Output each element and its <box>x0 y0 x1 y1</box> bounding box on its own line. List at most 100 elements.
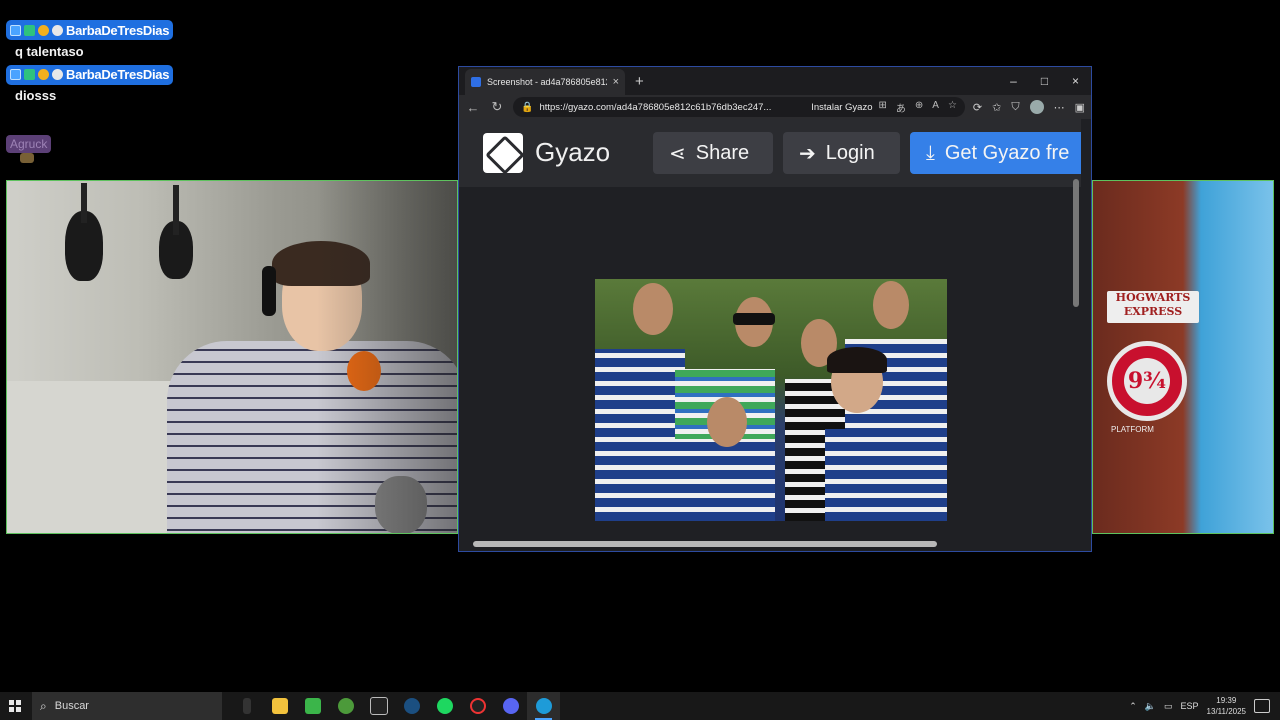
taskbar-app-clock[interactable] <box>461 692 494 720</box>
login-button[interactable]: ➔ Login <box>783 132 900 174</box>
url-text[interactable]: https://gyazo.com/ad4a786805e812c61b76db… <box>539 102 805 113</box>
person-shirt <box>825 429 935 521</box>
desk <box>7 381 187 533</box>
broadcaster-badge-icon <box>10 24 21 36</box>
verified-badge-icon <box>24 24 35 36</box>
refresh-icon[interactable]: ↻ <box>489 99 505 115</box>
browser-titlebar: Screenshot - ad4a786805e812c6 × + – □ × <box>459 67 1091 95</box>
chat-text: q talentaso <box>15 43 84 59</box>
browser-window: Screenshot - ad4a786805e812c6 × + – □ × … <box>458 66 1092 552</box>
browser-tab[interactable]: Screenshot - ad4a786805e812c6 × <box>465 69 625 95</box>
taskbar-app-edge[interactable] <box>527 692 560 720</box>
notification-icon[interactable] <box>1254 699 1270 713</box>
browser-navbar: ← ↻ 🔒 https://gyazo.com/ad4a786805e812c6… <box>459 95 1091 119</box>
person-face <box>707 397 747 447</box>
more-menu-icon[interactable]: ⋯ <box>1054 101 1065 114</box>
taskbar-app-spotify[interactable] <box>428 692 461 720</box>
sub-badge-icon <box>38 69 49 80</box>
extensions-icon[interactable]: ⟳ <box>973 101 982 114</box>
clock-date: 13/11/2025 <box>1206 707 1246 716</box>
login-label: Login <box>825 141 875 164</box>
person-hair <box>827 347 887 373</box>
guitar-neck <box>81 183 87 223</box>
tab-title: Screenshot - ad4a786805e812c6 <box>487 77 607 87</box>
taskbar-search[interactable]: ⌕ Buscar <box>32 692 222 720</box>
taskbar-app-discord[interactable] <box>494 692 527 720</box>
taskbar-app-epic[interactable] <box>362 692 395 720</box>
back-icon[interactable]: ← <box>465 100 481 115</box>
emote-badge-icon <box>52 24 63 36</box>
clock[interactable]: 19:39 13/11/2025 <box>1207 695 1246 717</box>
chat-username: BarbaDeTresDias <box>66 22 170 38</box>
sign-line-2: EXPRESS <box>1123 305 1183 318</box>
window-controls: – □ × <box>998 67 1091 95</box>
chat-username: BarbaDeTresDias <box>66 67 170 82</box>
favorites-icon[interactable]: ✩ <box>992 101 1001 114</box>
emote-icon <box>20 153 34 163</box>
shield-icon[interactable]: ⛉ <box>1011 101 1019 114</box>
sidebar-icon[interactable]: ▣ <box>1075 101 1085 114</box>
taskbar-app-steam[interactable] <box>395 692 428 720</box>
chevron-up-icon[interactable]: ⌃ <box>1129 701 1137 712</box>
chat-username-badge: BarbaDeTresDias <box>6 20 174 40</box>
gyazo-brand[interactable]: Gyazo <box>535 137 610 168</box>
taskbar-app-file-explorer[interactable] <box>263 692 296 720</box>
person-face <box>873 281 909 329</box>
tab-close-icon[interactable]: × <box>613 76 619 88</box>
download-icon: ⤓ <box>926 141 935 164</box>
chat-overlay: BarbaDeTresDias q talentaso BarbaDeTresD… <box>6 20 206 163</box>
login-icon: ➔ <box>799 142 816 165</box>
chat-text: diosss <box>15 88 57 103</box>
sub-badge-icon <box>38 24 49 36</box>
person-face <box>633 283 673 335</box>
browser-toolbar-icons: ⟳ ✩ ⛉ ⋯ ▣ <box>973 100 1085 114</box>
headset-icon <box>262 266 276 316</box>
epic-games-icon <box>369 697 388 715</box>
chat-message: BarbaDeTresDias q talentaso <box>6 20 206 59</box>
secondary-feed: HOGWARTS EXPRESS 9¾ PLATFORM <box>1092 180 1274 534</box>
app-install-icon[interactable]: ⊞ <box>878 100 886 115</box>
lock-icon[interactable]: 🔒 <box>521 102 533 113</box>
volume-icon[interactable]: 🔈 <box>1145 701 1156 712</box>
taskbar-app-xbox[interactable] <box>329 692 362 720</box>
translate-icon[interactable]: あ <box>896 100 906 115</box>
shadow <box>317 181 457 533</box>
xbox-icon <box>337 698 354 714</box>
clock-app-icon <box>469 698 486 714</box>
gyazo-logo-icon[interactable] <box>483 133 523 173</box>
get-gyazo-label: Get Gyazo fre <box>944 141 1070 164</box>
app-green-icon <box>304 698 321 714</box>
gyazo-favicon-icon <box>471 77 481 87</box>
favorite-star-icon[interactable]: ☆ <box>948 100 957 115</box>
install-app-button[interactable]: Instalar Gyazo <box>811 102 872 113</box>
taskbar-app-green[interactable] <box>296 692 329 720</box>
discord-icon <box>502 698 519 714</box>
gyazo-page: Gyazo ⋖ Share ➔ Login ⤓ Get Gyazo fre <box>459 119 1081 551</box>
minimize-button[interactable]: – <box>998 67 1029 95</box>
horizontal-scrollbar[interactable] <box>473 541 937 547</box>
close-button[interactable]: × <box>1060 67 1091 95</box>
read-aloud-icon[interactable]: A <box>932 100 939 115</box>
start-button[interactable] <box>0 692 30 720</box>
profile-avatar-icon[interactable] <box>1029 100 1044 114</box>
screenshot-image[interactable] <box>595 279 947 521</box>
folder-icon <box>271 698 288 714</box>
zoom-icon[interactable]: ⊕ <box>915 100 923 115</box>
person-shirt <box>655 439 775 521</box>
address-bar-icons: ⊞ あ ⊕ A ☆ <box>878 100 956 115</box>
sign-line-1: HOGWARTS <box>1115 291 1191 304</box>
language-indicator[interactable]: ESP <box>1181 701 1199 711</box>
share-button[interactable]: ⋖ Share <box>653 132 773 174</box>
network-icon[interactable]: ▭ <box>1164 701 1173 712</box>
verified-badge-icon <box>24 69 35 80</box>
new-tab-button[interactable]: + <box>635 73 644 90</box>
vertical-scrollbar[interactable] <box>1073 179 1079 307</box>
edge-icon <box>535 698 552 714</box>
steam-icon <box>403 698 420 714</box>
get-gyazo-button[interactable]: ⤓ Get Gyazo fre <box>910 132 1081 174</box>
platform-sign: 9¾ <box>1107 341 1187 421</box>
maximize-button[interactable]: □ <box>1029 67 1060 95</box>
system-tray: ⌃ 🔈 ▭ ESP 19:39 13/11/2025 <box>1129 692 1280 720</box>
taskbar-app-blank[interactable] <box>230 692 263 720</box>
address-bar[interactable]: 🔒 https://gyazo.com/ad4a786805e812c61b76… <box>513 97 965 117</box>
